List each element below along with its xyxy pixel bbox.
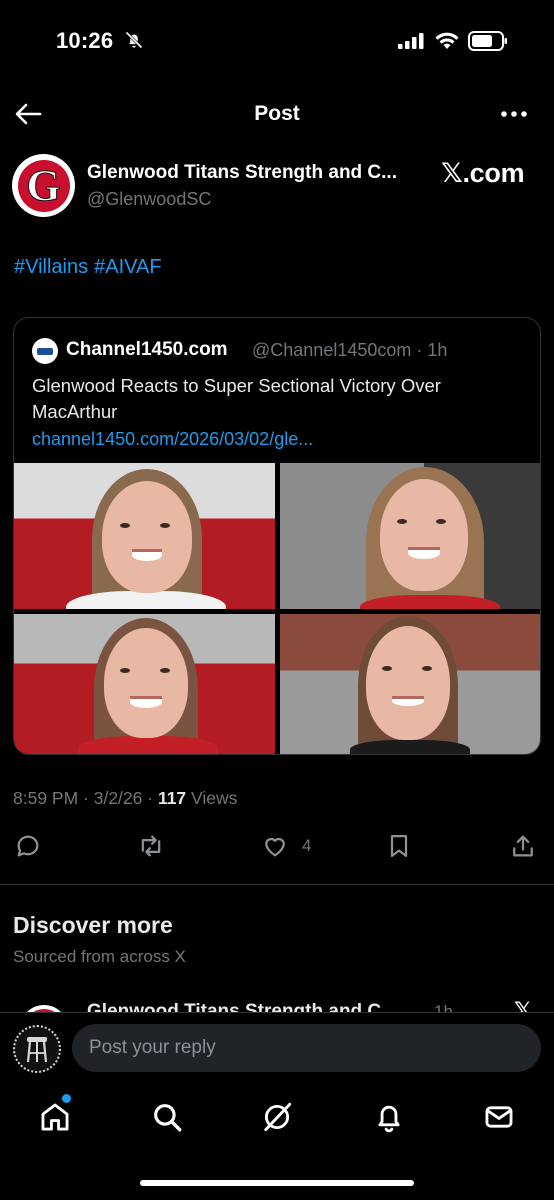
search-icon[interactable] [150, 1100, 184, 1134]
quote-avatar [32, 338, 58, 364]
battery-icon [468, 31, 507, 51]
media-grid [14, 463, 540, 754]
reply-bar [0, 1012, 554, 1082]
media-photo[interactable] [280, 614, 540, 754]
bell-off-icon [125, 31, 143, 49]
bookmark-icon[interactable] [385, 832, 413, 860]
post-text: #Villains #AIVAF [14, 256, 168, 279]
grok-icon[interactable] [260, 1100, 294, 1134]
signal-icon [398, 33, 424, 49]
author-name[interactable]: Glenwood Titans Strength and C... [87, 162, 427, 184]
quote-text: Glenwood Reacts to Super Sectional Victo… [32, 375, 441, 422]
quoted-post[interactable]: Channel1450.com @Channel1450com · 1h Gle… [13, 317, 541, 755]
quote-author-name: Channel1450.com [66, 339, 228, 360]
avatar-letter: G [26, 160, 61, 210]
author-handle[interactable]: @GlenwoodSC [87, 189, 211, 210]
post-timestamp: 8:59 PM · 3/2/26 · [13, 788, 158, 808]
views-label: Views [186, 788, 238, 808]
more-icon[interactable] [498, 102, 530, 126]
bottom-nav [0, 1090, 554, 1150]
reply-icon[interactable] [14, 832, 42, 860]
stool-icon [26, 1037, 48, 1063]
reply-input[interactable] [72, 1024, 541, 1072]
post-header: Post [0, 90, 554, 140]
like-count: 4 [302, 836, 312, 855]
page-title: Post [254, 102, 300, 125]
media-photo[interactable] [14, 463, 275, 609]
xcom-badge: 𝕏.com [441, 158, 525, 188]
hashtag-link[interactable]: #AIVAF [94, 256, 161, 278]
like-icon[interactable] [261, 832, 289, 860]
unread-dot [62, 1094, 71, 1103]
status-bar: 10:26 [0, 0, 554, 84]
hashtag-link[interactable]: #Villains [14, 256, 88, 278]
discover-subtitle: Sourced from across X [13, 947, 186, 966]
share-icon[interactable] [509, 832, 537, 860]
home-icon[interactable] [38, 1100, 72, 1134]
wifi-icon [435, 32, 459, 49]
views-count: 117 [157, 788, 187, 808]
repost-icon[interactable] [137, 832, 165, 860]
user-avatar[interactable] [13, 1025, 61, 1073]
media-photo[interactable] [280, 463, 540, 609]
quote-link[interactable]: channel1450.com/2026/03/02/gle... [32, 429, 313, 450]
discover-title: Discover more [13, 912, 173, 938]
status-time: 10:26 [56, 28, 114, 53]
divider [0, 884, 554, 885]
media-photo[interactable] [14, 614, 275, 754]
quote-author-handle: @Channel1450com · 1h [252, 340, 448, 360]
messages-icon[interactable] [482, 1100, 516, 1134]
author-avatar[interactable]: G [12, 154, 75, 217]
home-indicator [140, 1180, 414, 1186]
notifications-icon[interactable] [372, 1100, 406, 1134]
action-bar: 4 [0, 832, 554, 862]
post-meta: 8:59 PM · 3/2/26 · 117 Views [13, 788, 237, 809]
